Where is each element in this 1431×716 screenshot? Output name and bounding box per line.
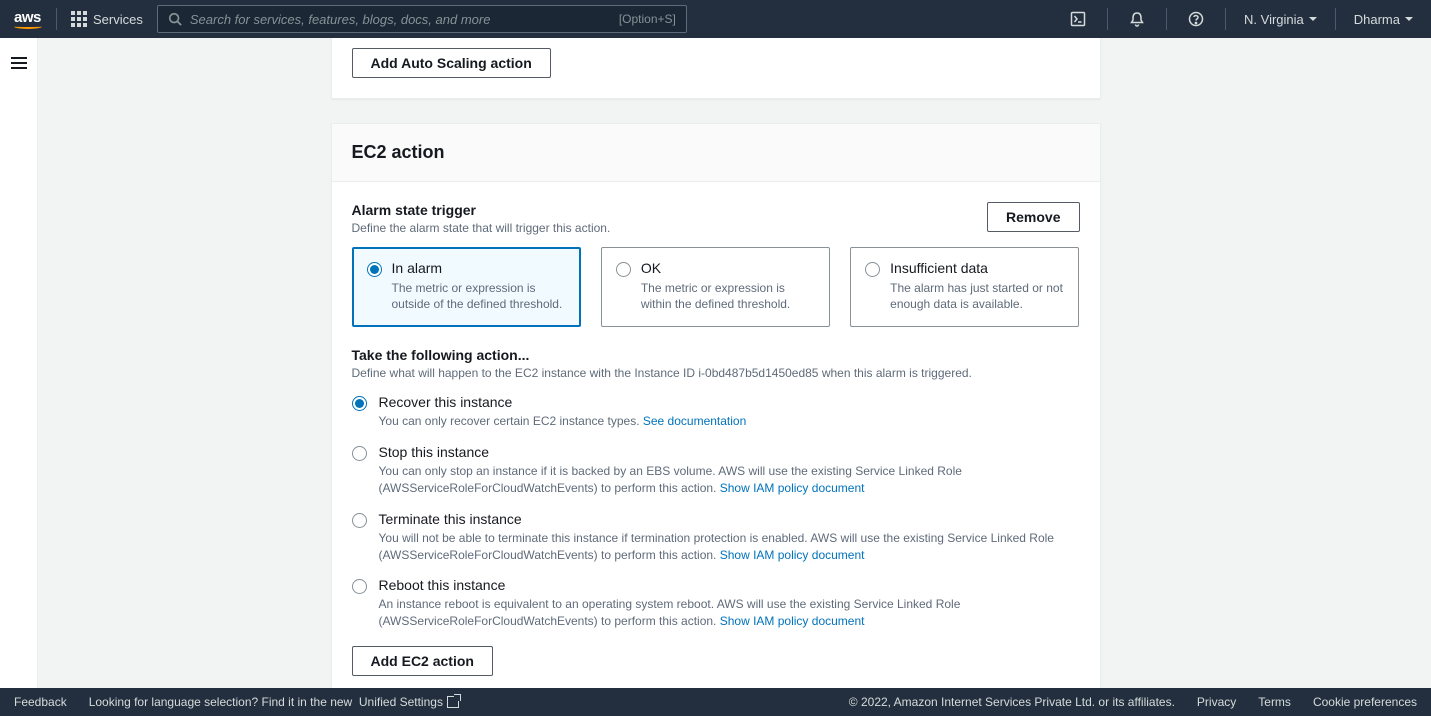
- card-title: EC2 action: [352, 142, 1080, 163]
- card-header: EC2 action: [332, 124, 1100, 182]
- alarm-state-label: In alarm: [392, 260, 566, 276]
- ec2-action-link[interactable]: Show IAM policy document: [720, 481, 865, 495]
- take-action-title: Take the following action...: [352, 347, 1080, 363]
- radio-icon: [367, 262, 382, 277]
- nav-divider: [1335, 8, 1336, 30]
- nav-divider: [1166, 8, 1167, 30]
- ec2-action-desc: You will not be able to terminate this i…: [379, 530, 1080, 564]
- top-nav: aws Services Search for services, featur…: [0, 0, 1431, 38]
- search-placeholder: Search for services, features, blogs, do…: [190, 12, 611, 27]
- chevron-down-icon: [1405, 17, 1413, 21]
- alarm-state-tile[interactable]: OK The metric or expression is within the…: [601, 247, 830, 327]
- alarm-state-label: OK: [641, 260, 815, 276]
- privacy-link[interactable]: Privacy: [1197, 695, 1236, 709]
- search-icon: [168, 12, 182, 26]
- take-action-desc: Define what will happen to the EC2 insta…: [352, 366, 1080, 380]
- ec2-action-option[interactable]: Stop this instance You can only stop an i…: [352, 444, 1080, 497]
- ec2-action-card: EC2 action Alarm state trigger Define th…: [331, 123, 1101, 688]
- add-autoscaling-action-button[interactable]: Add Auto Scaling action: [352, 48, 551, 78]
- ec2-action-option[interactable]: Terminate this instance You will not be a…: [352, 511, 1080, 564]
- ec2-action-option[interactable]: Reboot this instance An instance reboot i…: [352, 577, 1080, 630]
- alarm-state-tile[interactable]: Insufficient data The alarm has just star…: [850, 247, 1079, 327]
- account-menu[interactable]: Dharma: [1350, 12, 1417, 27]
- region-selector[interactable]: N. Virginia: [1240, 12, 1321, 27]
- cloudshell-icon: [1070, 11, 1086, 27]
- alarm-trigger-desc: Define the alarm state that will trigger…: [352, 221, 611, 235]
- radio-icon: [616, 262, 631, 277]
- terms-link[interactable]: Terms: [1258, 695, 1291, 709]
- services-label: Services: [93, 12, 143, 27]
- copyright: © 2022, Amazon Internet Services Private…: [849, 695, 1175, 709]
- alarm-state-desc: The metric or expression is outside of t…: [392, 280, 566, 312]
- unified-settings-link[interactable]: Unified Settings: [359, 695, 459, 709]
- ec2-action-label: Recover this instance: [379, 394, 1080, 410]
- alarm-trigger-title: Alarm state trigger: [352, 202, 611, 218]
- ec2-action-label: Terminate this instance: [379, 511, 1080, 527]
- ec2-action-desc: An instance reboot is equivalent to an o…: [379, 596, 1080, 630]
- add-ec2-action-button[interactable]: Add EC2 action: [352, 646, 493, 676]
- chevron-down-icon: [1309, 17, 1317, 21]
- lang-prompt: Looking for language selection? Find it …: [89, 695, 459, 709]
- global-search-input[interactable]: Search for services, features, blogs, do…: [157, 5, 687, 33]
- sidebar-toggle-column: [0, 38, 38, 688]
- footer: Feedback Looking for language selection?…: [0, 688, 1431, 716]
- search-shortcut: [Option+S]: [619, 12, 676, 26]
- radio-icon: [352, 579, 367, 594]
- alarm-state-label: Insufficient data: [890, 260, 1064, 276]
- nav-divider: [1107, 8, 1108, 30]
- radio-icon: [352, 396, 367, 411]
- user-label: Dharma: [1354, 12, 1400, 27]
- nav-divider: [1225, 8, 1226, 30]
- feedback-link[interactable]: Feedback: [14, 695, 67, 709]
- alarm-state-tiles: In alarm The metric or expression is outs…: [352, 247, 1080, 327]
- bell-icon: [1129, 11, 1145, 27]
- ec2-action-option[interactable]: Recover this instance You can only recove…: [352, 394, 1080, 430]
- ec2-action-label: Stop this instance: [379, 444, 1080, 460]
- alarm-state-desc: The alarm has just started or not enough…: [890, 280, 1064, 312]
- help-button[interactable]: [1181, 11, 1211, 27]
- sidebar-toggle-button[interactable]: [11, 54, 27, 72]
- alarm-state-desc: The metric or expression is within the d…: [641, 280, 815, 312]
- help-icon: [1188, 11, 1204, 27]
- ec2-action-link[interactable]: See documentation: [643, 414, 746, 428]
- radio-icon: [352, 513, 367, 528]
- notifications-button[interactable]: [1122, 11, 1152, 27]
- body-area: Add Auto Scaling action EC2 action Alarm…: [0, 38, 1431, 688]
- region-label: N. Virginia: [1244, 12, 1304, 27]
- remove-button[interactable]: Remove: [987, 202, 1079, 232]
- services-menu-button[interactable]: Services: [71, 11, 143, 27]
- ec2-action-desc: You can only recover certain EC2 instanc…: [379, 413, 1080, 430]
- aws-logo[interactable]: aws: [14, 10, 42, 29]
- external-link-icon: [447, 696, 459, 708]
- grid-icon: [71, 11, 87, 27]
- ec2-action-link[interactable]: Show IAM policy document: [720, 548, 865, 562]
- ec2-action-desc: You can only stop an instance if it is b…: [379, 463, 1080, 497]
- autoscaling-action-card: Add Auto Scaling action: [331, 38, 1101, 99]
- main-content[interactable]: Add Auto Scaling action EC2 action Alarm…: [38, 38, 1431, 688]
- radio-icon: [352, 446, 367, 461]
- cookie-preferences-link[interactable]: Cookie preferences: [1313, 695, 1417, 709]
- alarm-state-tile[interactable]: In alarm The metric or expression is outs…: [352, 247, 581, 327]
- ec2-action-label: Reboot this instance: [379, 577, 1080, 593]
- cloudshell-button[interactable]: [1063, 11, 1093, 27]
- ec2-action-link[interactable]: Show IAM policy document: [720, 614, 865, 628]
- radio-icon: [865, 262, 880, 277]
- nav-divider: [56, 8, 57, 30]
